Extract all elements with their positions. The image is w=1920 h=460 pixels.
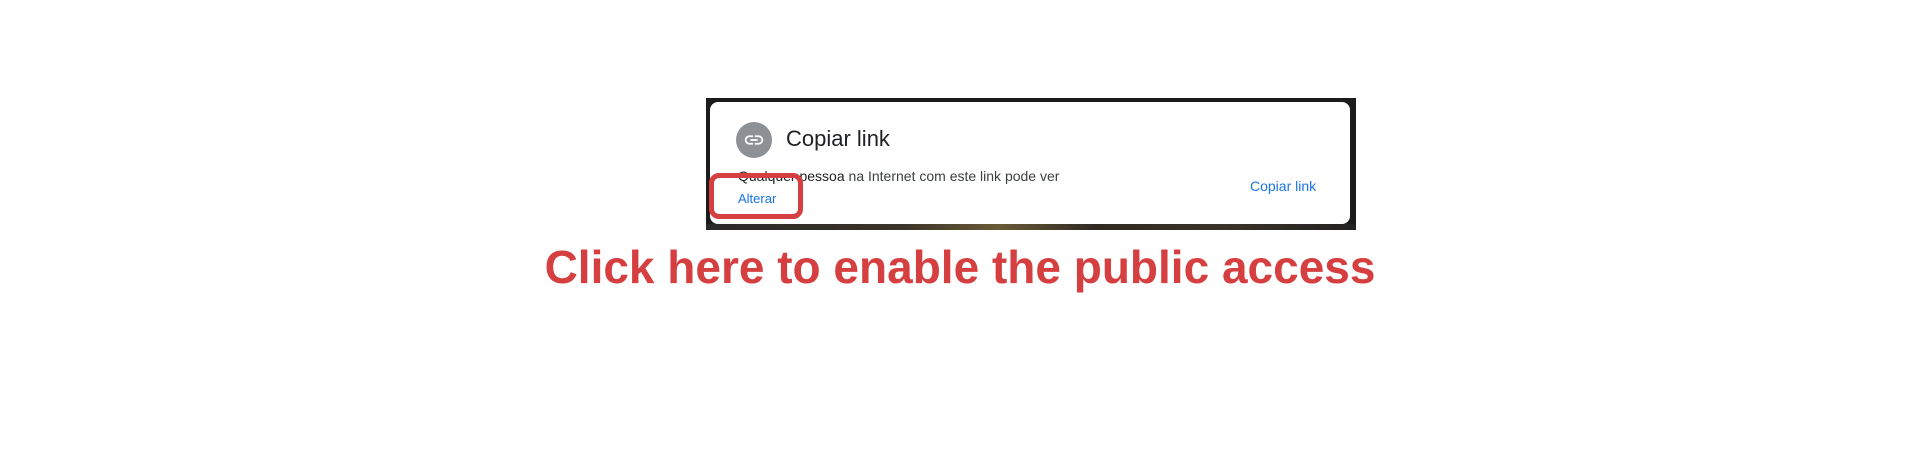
tutorial-canvas: Copiar link Qualquer pessoa na Internet … (0, 0, 1920, 460)
access-permission: na Internet com este link pode ver (848, 168, 1060, 184)
card-title: Copiar link (786, 126, 890, 151)
link-icon (736, 122, 772, 158)
copy-link-card: Copiar link Qualquer pessoa na Internet … (710, 102, 1350, 224)
link-icon-glyph (744, 135, 764, 145)
background-strip (706, 224, 1356, 230)
highlight-box (709, 173, 803, 219)
copy-link-button[interactable]: Copiar link (1250, 178, 1316, 194)
screenshot-frame: Copiar link Qualquer pessoa na Internet … (706, 98, 1356, 230)
instruction-caption: Click here to enable the public access (544, 241, 1376, 293)
